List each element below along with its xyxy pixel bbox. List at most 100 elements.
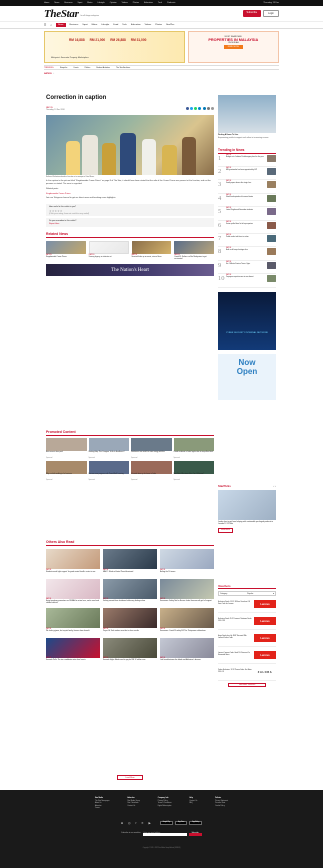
related-card[interactable]: NATION Vermicelli ride up an oasis, ruin… <box>131 241 172 260</box>
voucher-item[interactable]: Exclusive Deals 15.12 Lenovo Christmas D… <box>218 613 276 630</box>
report-button[interactable]: Report Here <box>49 223 211 225</box>
nav-item[interactable]: Lifestyle <box>101 24 109 26</box>
topbar-link[interactable]: Photos <box>133 2 139 4</box>
nav-item[interactable]: Business <box>70 24 79 26</box>
article-link[interactable]: Kingdomwide Crown Prince <box>46 193 71 195</box>
subscribe-button[interactable]: Subscribe <box>242 10 262 17</box>
site-logo[interactable]: TheStar <box>44 8 79 20</box>
search-icon[interactable]: ⌕ <box>50 23 52 27</box>
ticker-item[interactable]: Student Activities <box>96 67 110 69</box>
login-button[interactable]: Login <box>263 10 279 17</box>
nav-item[interactable]: Videos <box>145 24 152 26</box>
nav-item[interactable]: StarPlus <box>166 24 174 26</box>
trending-item[interactable]: 7 NATION Public works task force in actio… <box>218 234 276 248</box>
property-ad[interactable]: RM 16,888 RM 21,000 RM 26,888 RM 31,000 … <box>44 31 185 63</box>
others-card[interactable]: NATION Sarawak Polls: The two candidates … <box>46 637 100 665</box>
facebook-icon[interactable] <box>185 107 189 110</box>
others-card[interactable]: NATION Saravanan: Covid-19 safety SOP for… <box>160 608 214 635</box>
cyber-security-ad[interactable]: CYBER SECURITY INTERNAL NETWORK <box>218 291 276 350</box>
trending-item[interactable]: 5 NATION Listed: Frightened Seremban stud… <box>218 207 276 221</box>
topbar-link[interactable]: Business <box>64 2 72 4</box>
footer-link[interactable]: Cookie Policy <box>215 806 228 809</box>
topbar-link[interactable]: Opinion <box>110 2 117 4</box>
google-play-badge[interactable]: Google Play <box>159 820 174 825</box>
nav-item[interactable]: Metro <box>92 24 98 26</box>
topbar-link[interactable]: Podcasts <box>167 2 175 4</box>
mudah-ad[interactable]: MOST SEARCHED PROPERTIES IN MALAYSIA ON … <box>187 31 279 63</box>
trending-item[interactable]: 4 NATION Flash flood episodes hit several… <box>218 194 276 208</box>
load-more-button[interactable]: Load More <box>117 775 143 781</box>
others-card[interactable]: NATION We had a pyjama, but a quiet famil… <box>46 608 100 635</box>
related-card[interactable]: NATION Covid-19: Sultans call for Malays… <box>174 241 214 260</box>
footer-link[interactable]: Digital Subscription <box>158 806 172 809</box>
trending-item[interactable]: 1 NATION Budget cuts: Jabatan Perhubungan… <box>218 154 276 167</box>
ticker-item[interactable]: Starpicks <box>60 67 67 69</box>
linkedin-icon[interactable] <box>202 107 206 110</box>
footer-link[interactable]: Career <box>95 808 110 811</box>
trending-item[interactable]: 9 NATION Sin 1 Minute Sunrise Times: Ogir… <box>218 261 276 275</box>
others-card[interactable]: NATION MACC: Word as Hostel Panel dismiss… <box>103 549 157 576</box>
trending-item[interactable]: 8 NATION Batik craft keeps heritage alive <box>218 247 276 261</box>
related-card[interactable]: NATION Unsung legacy, an intricate art <box>88 241 129 260</box>
nav-item[interactable]: Education <box>131 24 141 26</box>
topbar-link[interactable]: Education <box>144 2 153 4</box>
starpicks-headline[interactable]: Jonder has to get from helping with sust… <box>218 521 276 526</box>
menu-icon[interactable]: ≡ <box>44 23 46 27</box>
topbar-link[interactable]: Home <box>44 2 49 4</box>
topbar-link[interactable]: Lifestyle <box>97 2 104 4</box>
email-icon[interactable] <box>206 107 210 110</box>
others-card[interactable]: NATION Enjoy bumbung promotions as RUMAH … <box>46 578 100 606</box>
promoted-card[interactable]: Seeking Help: This Caregiver To Be In He… <box>88 438 129 459</box>
nav-item[interactable]: Sport <box>82 24 87 26</box>
others-card[interactable]: NATION Link found between the blood and A… <box>160 637 214 665</box>
others-card[interactable]: NATION Bailing the 10 teams <box>160 549 214 576</box>
now-open-ad[interactable]: Now Open <box>218 353 276 400</box>
topbar-link[interactable]: Videos <box>122 2 128 4</box>
trending-item[interactable]: 3 NATION Family opens doors after tragic … <box>218 180 276 194</box>
footer-link[interactable]: FAQ <box>189 803 197 806</box>
carousel-arrows-icon[interactable]: ‹ › <box>273 484 276 488</box>
newsletter-subscribe-button[interactable]: Subscribe <box>188 832 202 836</box>
appgallery-badge[interactable]: AppGallery <box>189 820 203 825</box>
view-more-vouchers-button[interactable]: View More Vouchers <box>228 683 266 687</box>
voucher-item[interactable]: Lenovo Coupon Code: Grab 5% Discount On … <box>218 647 276 664</box>
promoted-card[interactable]: Hair serum in time peak Sponsored <box>46 438 87 459</box>
ticker-item[interactable]: Politics <box>85 67 91 69</box>
voucher-item[interactable]: Huge Deals plus Up: RM7 Discount With Le… <box>218 630 276 647</box>
sidebar-ad-title[interactable]: Finding A Home To Live <box>218 134 276 136</box>
topbar-link[interactable]: Metro <box>87 2 92 4</box>
read-more-button[interactable]: Read More <box>218 527 233 533</box>
nav-item[interactable]: Food <box>113 24 118 26</box>
ticker-item[interactable]: Courts <box>73 67 78 69</box>
voucher-item[interactable]: Zalora Exclusive: 12.12 Promo Code: Get … <box>218 664 276 681</box>
voucher-item[interactable]: Exclusive Deals: 15.12.18 Free Vouchers … <box>218 596 276 613</box>
telegram-icon[interactable] <box>198 107 202 110</box>
promoted-card[interactable]: New Direct Electronic Kits: Can Of Brewe… <box>173 460 214 481</box>
promoted-card[interactable]: Why cocktail wedding is for business Spon… <box>46 460 87 481</box>
ticker-item[interactable]: The Star Archives <box>116 67 130 69</box>
others-card[interactable]: NATION Fishing around three shutdown hold… <box>103 578 157 606</box>
bookmark-icon[interactable] <box>211 107 214 110</box>
others-card[interactable]: NATION Saravanan: Safety Net for Nurses: … <box>160 578 214 606</box>
breadcrumb-link[interactable]: NATION <box>44 73 52 77</box>
topbar-link[interactable]: News <box>54 2 59 4</box>
promoted-card[interactable]: Condo residents in Jalan legal action to… <box>173 438 214 459</box>
ad-cta-button[interactable]: FIND NOW <box>223 45 243 50</box>
trending-item[interactable]: 2 NATION MB: grantmaker has been appointe… <box>218 167 276 181</box>
nav-item[interactable]: Photos <box>155 24 162 26</box>
promoted-card[interactable]: 10 weird ideas up for loans in Jalan Spon… <box>131 460 172 481</box>
starpicks-image[interactable] <box>218 490 276 520</box>
others-card[interactable]: NATION Students need 'right support' for … <box>46 549 100 576</box>
sidebar-ad-image[interactable] <box>218 95 276 133</box>
promoted-card[interactable]: Freelancers can switch to more energy wi… <box>131 438 172 459</box>
whatsapp-icon[interactable] <box>194 107 198 110</box>
twitter-icon[interactable] <box>190 107 194 110</box>
trending-item[interactable]: 6 NATION Durian pulled from list of top e… <box>218 221 276 234</box>
nations-heart-banner[interactable]: The Nation's Heart <box>46 264 214 277</box>
nav-item-news[interactable]: News <box>56 23 66 27</box>
topbar-link[interactable]: Tech <box>158 2 162 4</box>
app-store-badge[interactable]: App Store <box>175 820 188 825</box>
newsletter-email-input[interactable]: Enter your email address <box>142 832 187 836</box>
others-card[interactable]: NATION Payar: Mr Teoh rankers must do to … <box>103 608 157 635</box>
related-card[interactable]: NATION Kingdomwide Crown Prince <box>46 241 86 260</box>
